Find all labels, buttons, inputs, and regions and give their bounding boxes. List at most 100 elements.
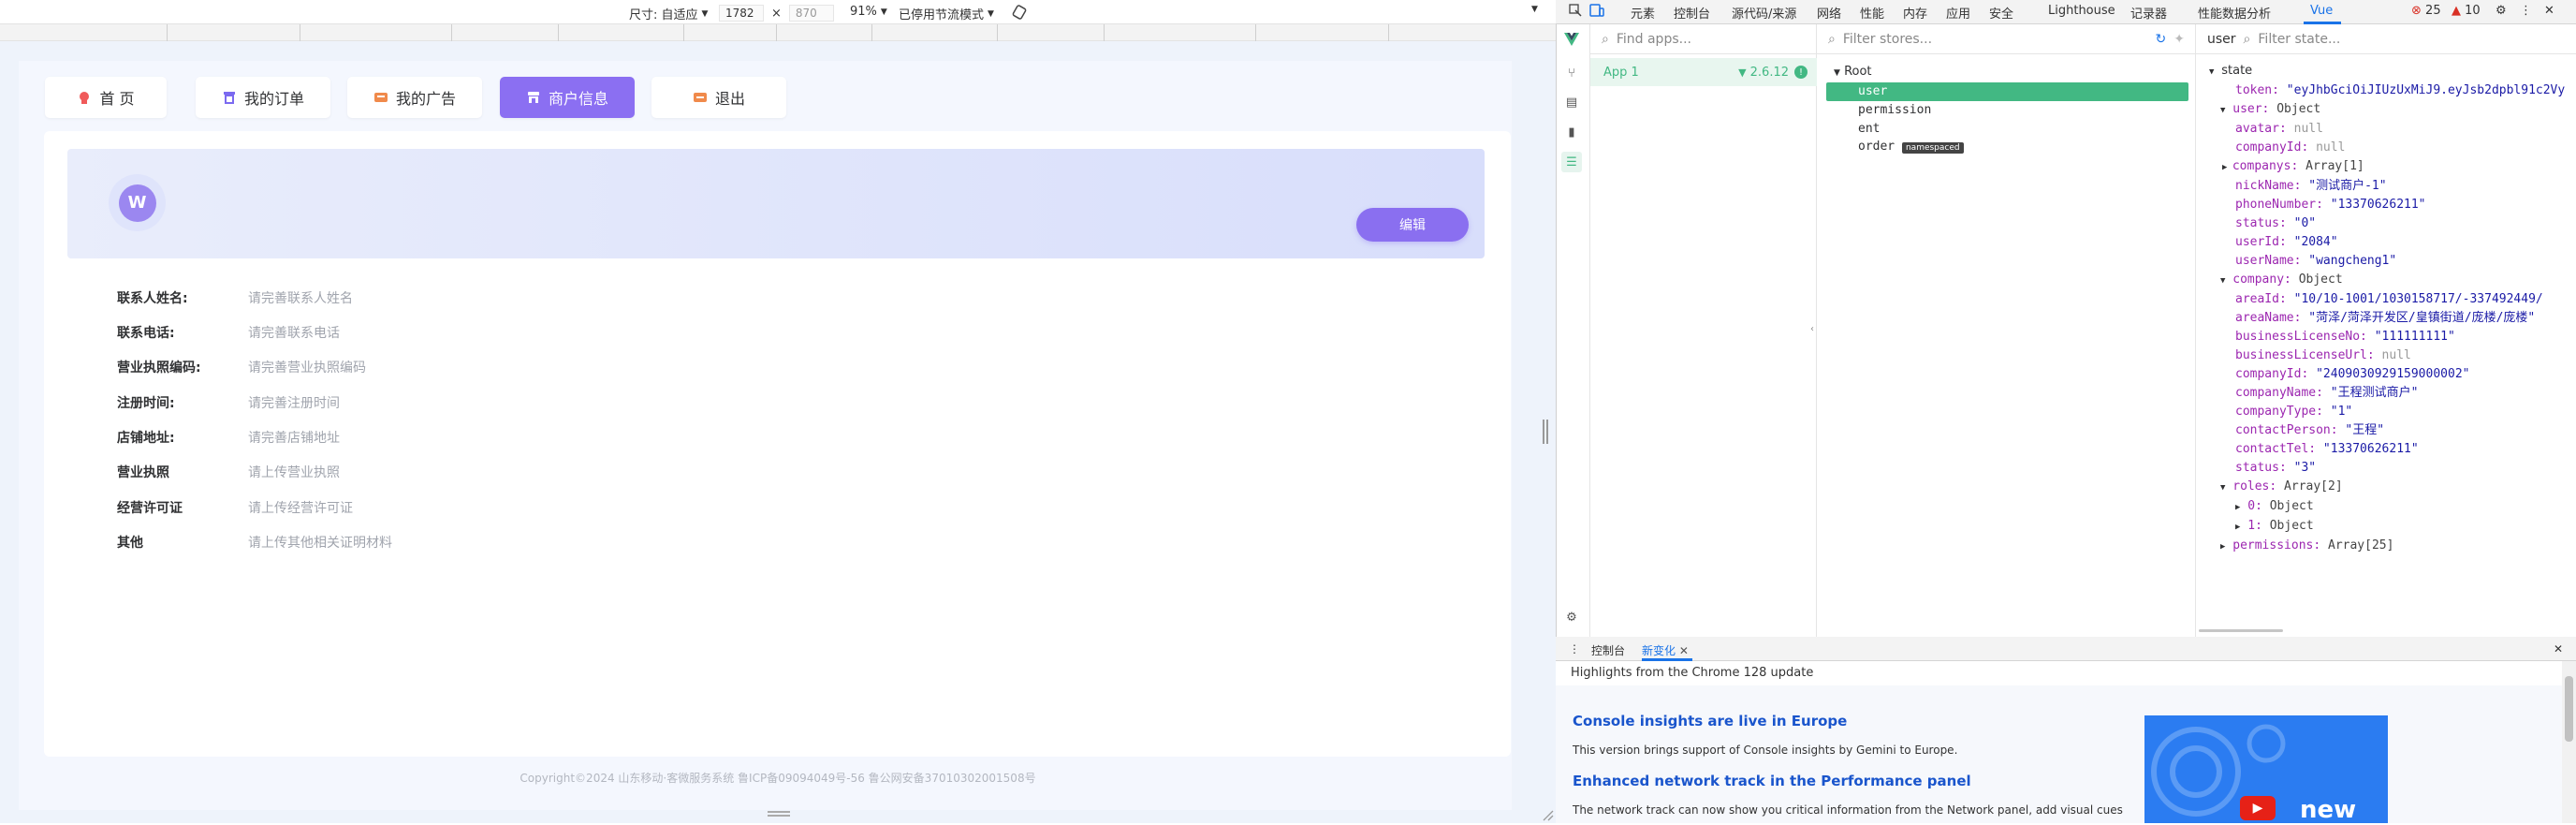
tab-memory[interactable]: 内存 [1903, 4, 1927, 22]
state-row[interactable]: status: "3" [2196, 459, 2576, 478]
tab-lighthouse[interactable]: Lighthouse [2048, 4, 2115, 18]
tab-console[interactable]: 控制台 [1674, 4, 1710, 22]
state-row[interactable]: ▼ company: Object [2196, 271, 2576, 290]
corner-resize-icon[interactable] [1541, 807, 1554, 821]
tab-application[interactable]: 应用 [1946, 4, 1970, 22]
tab-vue[interactable]: Vue [2310, 4, 2333, 18]
throttle-select[interactable]: 已停用节流模式 ▼ [899, 5, 994, 22]
collapse-pane-icon[interactable]: ‹ [1810, 324, 1814, 334]
state-row[interactable]: contactPerson: "王程" [2196, 421, 2576, 440]
state-row[interactable]: ▶ 1: Object [2196, 517, 2576, 537]
state-row[interactable]: ▼ roles: Array[2] [2196, 478, 2576, 497]
field-value: 请完善营业执照编码 [248, 361, 366, 376]
drawer-scrollbar-thumb[interactable] [2565, 676, 2573, 742]
refresh-icon[interactable]: ↻ [2156, 32, 2167, 47]
state-hscroll-thumb[interactable] [2199, 629, 2283, 632]
store-item[interactable]: ent [1858, 122, 1880, 136]
play-icon[interactable]: ▶ [2240, 796, 2276, 820]
vuex-icon[interactable]: ☰ [1561, 152, 1582, 172]
state-key: areaId: [2235, 292, 2287, 306]
timeline-icon[interactable]: ▤ [1561, 92, 1582, 112]
height-input[interactable] [788, 5, 834, 22]
video-thumbnail[interactable]: ▶ new [2144, 715, 2388, 823]
state-value: "王程" [2345, 423, 2385, 437]
close-tab-icon[interactable]: ✕ [1679, 644, 1689, 657]
resize-handle[interactable] [768, 811, 790, 817]
warning-count[interactable]: ▲ 10 [2452, 4, 2481, 18]
nav-merchant-info-button[interactable]: 商户信息 [500, 77, 635, 118]
store-item[interactable]: order namespaced [1858, 140, 1964, 154]
zoom-select[interactable]: 91% ▼ [850, 5, 887, 19]
drawer-tab-console[interactable]: 控制台 [1591, 642, 1625, 658]
rotate-icon[interactable] [1011, 5, 1028, 20]
state-row[interactable]: areaId: "10/10-1001/1030158717/-33749244… [2196, 290, 2576, 309]
state-row[interactable]: token: "eyJhbGciOiJIUzUxMiJ9.eyJsb2dpbl9… [2196, 81, 2576, 100]
nav-home-button[interactable]: 首 页 [45, 77, 167, 118]
state-row[interactable]: contactTel: "13370626211" [2196, 440, 2576, 459]
more-menu-icon[interactable]: ⋮ [2520, 4, 2532, 18]
store-item[interactable]: user [1858, 84, 1887, 98]
tab-security[interactable]: 安全 [1989, 4, 2013, 22]
state-row[interactable]: userName: "wangcheng1" [2196, 252, 2576, 271]
store-root[interactable]: ▼ Root [1834, 65, 1872, 79]
state-row[interactable]: ▼ user: Object [2196, 100, 2576, 120]
state-row[interactable]: status: "0" [2196, 214, 2576, 233]
close-drawer-icon[interactable]: ✕ [2554, 642, 2563, 656]
drawer-tab-whats-new[interactable]: 新变化 ✕ [1642, 642, 1689, 658]
state-row[interactable]: ▶ 0: Object [2196, 497, 2576, 517]
tab-performance-insights[interactable]: 性能数据分析 [2198, 4, 2271, 22]
stores-filter[interactable]: ⌕ Filter stores... ↻ ✦ [1817, 24, 2196, 54]
state-value: null [2381, 348, 2411, 362]
device-toggle-icon[interactable] [1589, 4, 1604, 21]
nav-logout-button[interactable]: 退出 [651, 77, 786, 118]
settings-gear-icon[interactable]: ⚙ [2496, 4, 2507, 18]
nav-ads-button[interactable]: 我的广告 [347, 77, 482, 118]
state-row[interactable]: areaName: "菏泽/菏泽开发区/皇镇街道/庞楼/庞楼" [2196, 309, 2576, 328]
store-item[interactable]: permission [1858, 103, 1931, 117]
viewport-resize-handle[interactable] [1543, 420, 1548, 444]
apps-filter[interactable]: ⌕ Find apps... [1590, 24, 1817, 54]
state-row[interactable]: businessLicenseNo: "111111111" [2196, 328, 2576, 346]
state-row[interactable]: companyName: "王程测试商户" [2196, 384, 2576, 403]
vue-sidebar [1557, 24, 1590, 637]
expand-arrow-icon: ▶ [2235, 503, 2241, 512]
state-row[interactable]: businessLicenseUrl: null [2196, 346, 2576, 365]
tab-sources[interactable]: 源代码/来源 [1732, 4, 1796, 22]
tab-elements[interactable]: 元素 [1631, 4, 1655, 22]
tab-network[interactable]: 网络 [1817, 4, 1841, 22]
news-headline[interactable]: Console insights are live in Europe [1573, 713, 1847, 729]
state-row[interactable]: companyId: null [2196, 139, 2576, 157]
tab-recorder[interactable]: 记录器 [2130, 4, 2167, 22]
pin-icon[interactable]: ✦ [2174, 32, 2185, 47]
avatar: W [109, 174, 166, 231]
vue-logo-icon: ▼ [1738, 66, 1747, 79]
state-row[interactable]: avatar: null [2196, 120, 2576, 139]
routes-icon[interactable]: ▮ [1561, 122, 1582, 142]
state-row[interactable]: ▶ permissions: Array[25] [2196, 537, 2576, 556]
state-row[interactable]: companyId: "2409030929159000002" [2196, 365, 2576, 384]
state-root[interactable]: ▼ state [2196, 62, 2576, 81]
search-icon: ⌕ [1828, 31, 1836, 47]
state-row[interactable]: nickName: "测试商户-1" [2196, 177, 2576, 196]
state-row[interactable]: ▶ companys: Array[1] [2196, 157, 2576, 177]
more-options-icon[interactable]: ▼ [1531, 5, 1538, 14]
state-row[interactable]: userId: "2084" [2196, 233, 2576, 252]
drawer-menu-icon[interactable]: ⋮ [1569, 642, 1580, 656]
width-input[interactable] [719, 5, 764, 22]
edit-button[interactable]: 编辑 [1356, 208, 1469, 242]
error-count[interactable]: ⊗ 25 [2411, 4, 2441, 18]
tab-performance[interactable]: 性能 [1860, 4, 1884, 22]
app-item[interactable]: App 1 ▼ 2.6.12 ! [1590, 58, 1817, 86]
merchant-banner [67, 149, 1485, 258]
field-row: 联系人姓名: 请完善联系人姓名 [117, 288, 353, 307]
state-row[interactable]: phoneNumber: "13370626211" [2196, 196, 2576, 214]
state-filter-placeholder[interactable]: Filter state... [2258, 32, 2340, 47]
inspect-icon[interactable] [1569, 4, 1582, 21]
state-row[interactable]: companyType: "1" [2196, 403, 2576, 421]
news-headline[interactable]: Enhanced network track in the Performanc… [1573, 773, 1971, 789]
component-tree-icon[interactable]: ⑂ [1561, 63, 1582, 83]
close-devtools-icon[interactable]: ✕ [2544, 4, 2554, 18]
nav-orders-button[interactable]: 我的订单 [196, 77, 330, 118]
dimensions-select[interactable]: 尺寸: 自适应 ▼ [629, 5, 708, 22]
vue-settings-icon[interactable]: ⚙ [1561, 607, 1582, 627]
